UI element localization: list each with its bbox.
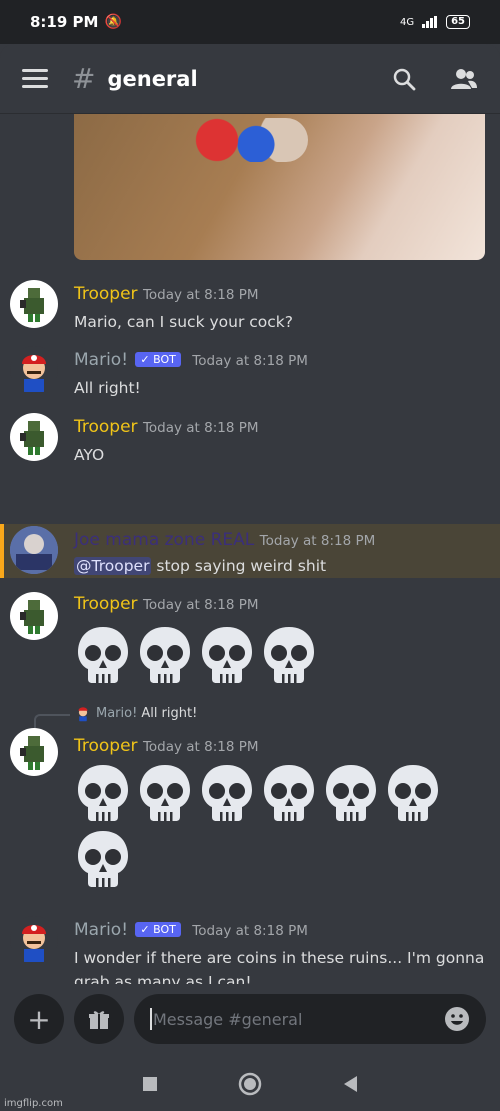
gift-button[interactable] bbox=[74, 994, 124, 1044]
timestamp: Today at 8:18 PM bbox=[142, 287, 259, 303]
skull-emoji bbox=[74, 624, 132, 686]
message-text: Mario, can I suck your cock? bbox=[74, 313, 293, 331]
emoji-icon[interactable] bbox=[444, 1006, 470, 1032]
avatar[interactable] bbox=[10, 346, 58, 394]
search-icon[interactable] bbox=[392, 67, 416, 91]
discord-app: # general Trooper Today at 8:18 PM Mario… bbox=[0, 44, 500, 1111]
menu-icon[interactable] bbox=[22, 69, 48, 88]
timestamp: Today at 8:18 PM bbox=[142, 597, 259, 613]
username[interactable]: Trooper bbox=[74, 594, 138, 614]
text-caret bbox=[150, 1008, 152, 1030]
channel-title: general bbox=[107, 66, 198, 91]
bot-badge: ✓ BOT bbox=[135, 922, 181, 937]
skull-emoji bbox=[322, 762, 380, 824]
signal-icon bbox=[422, 16, 438, 28]
username[interactable]: Trooper bbox=[74, 417, 138, 437]
timestamp: Today at 8:18 PM bbox=[192, 923, 308, 939]
message-list: Trooper Today at 8:18 PM Mario, can I su… bbox=[0, 114, 500, 984]
channel-header: # general bbox=[0, 44, 500, 114]
skull-emoji bbox=[74, 828, 132, 890]
android-nav-bar bbox=[0, 1056, 500, 1111]
message-text-line: I wonder if there are coins in these rui… bbox=[74, 949, 485, 967]
avatar[interactable] bbox=[10, 916, 58, 964]
skull-emoji bbox=[136, 762, 194, 824]
status-time: 8:19 PM bbox=[30, 13, 99, 31]
reply-preview[interactable]: Mario! All right! bbox=[74, 704, 197, 722]
avatar[interactable] bbox=[10, 592, 58, 640]
recents-icon[interactable] bbox=[142, 1076, 158, 1092]
image-toy-figures bbox=[178, 118, 308, 162]
skull-emoji bbox=[260, 624, 318, 686]
username[interactable]: Trooper bbox=[74, 284, 138, 304]
message-input[interactable]: Message #general bbox=[134, 994, 486, 1044]
avatar[interactable] bbox=[10, 280, 58, 328]
add-attachment-button[interactable]: + bbox=[14, 994, 64, 1044]
avatar[interactable] bbox=[10, 413, 58, 461]
home-icon[interactable] bbox=[238, 1072, 262, 1096]
back-icon[interactable] bbox=[342, 1075, 358, 1093]
timestamp: Today at 8:18 PM bbox=[192, 353, 308, 369]
message-item-reply: Mario! All right! Trooper Today at 8:18 … bbox=[0, 704, 500, 894]
embedded-video-image[interactable] bbox=[74, 114, 485, 260]
plus-icon: + bbox=[27, 1002, 51, 1036]
username[interactable]: Trooper bbox=[74, 736, 138, 756]
skull-emoji bbox=[260, 762, 318, 824]
status-right: 4G 65 bbox=[400, 15, 470, 29]
skull-emoji bbox=[198, 762, 256, 824]
members-icon[interactable] bbox=[450, 67, 478, 91]
skull-emoji bbox=[198, 624, 256, 686]
reply-text: All right! bbox=[141, 705, 198, 721]
username[interactable]: Mario! bbox=[74, 920, 128, 940]
timestamp: Today at 8:18 PM bbox=[142, 420, 259, 436]
message-item: Trooper Today at 8:18 PM Mario, can I su… bbox=[0, 278, 500, 338]
avatar[interactable] bbox=[10, 728, 58, 776]
message-text-line: grab as many as I can! bbox=[74, 973, 252, 984]
skull-emoji-row bbox=[74, 762, 454, 890]
message-text: All right! bbox=[74, 379, 141, 397]
mute-icon: 🔕 bbox=[104, 14, 122, 30]
message-input-placeholder: Message #general bbox=[153, 1009, 303, 1029]
bot-badge: ✓ BOT bbox=[135, 352, 181, 367]
reply-connector bbox=[34, 714, 70, 730]
channel-hash-icon: # bbox=[72, 62, 96, 95]
message-composer: + Message #general bbox=[0, 990, 500, 1048]
message-text: AYO bbox=[74, 446, 105, 464]
skull-emoji bbox=[74, 762, 132, 824]
watermark: imgflip.com bbox=[4, 1098, 63, 1109]
skull-emoji bbox=[384, 762, 442, 824]
message-item: Mario! ✓ BOT Today at 8:18 PM I wonder i… bbox=[0, 914, 500, 984]
timestamp: Today at 8:18 PM bbox=[142, 739, 259, 755]
reply-username: Mario! bbox=[96, 705, 138, 721]
username[interactable]: Mario! bbox=[74, 350, 128, 370]
message-item: Trooper Today at 8:18 PM AYO bbox=[0, 411, 500, 471]
status-bar: 8:19 PM 🔕 4G 65 bbox=[0, 0, 500, 44]
message-item: Mario! ✓ BOT Today at 8:18 PM All right! bbox=[0, 344, 500, 404]
reply-avatar bbox=[74, 704, 92, 722]
network-label: 4G bbox=[399, 16, 415, 28]
message-item: Trooper Today at 8:18 PM bbox=[0, 544, 500, 683]
gift-icon bbox=[89, 1011, 109, 1029]
skull-emoji bbox=[136, 624, 194, 686]
skull-emoji-row bbox=[74, 624, 474, 686]
battery-indicator: 65 bbox=[446, 15, 470, 29]
